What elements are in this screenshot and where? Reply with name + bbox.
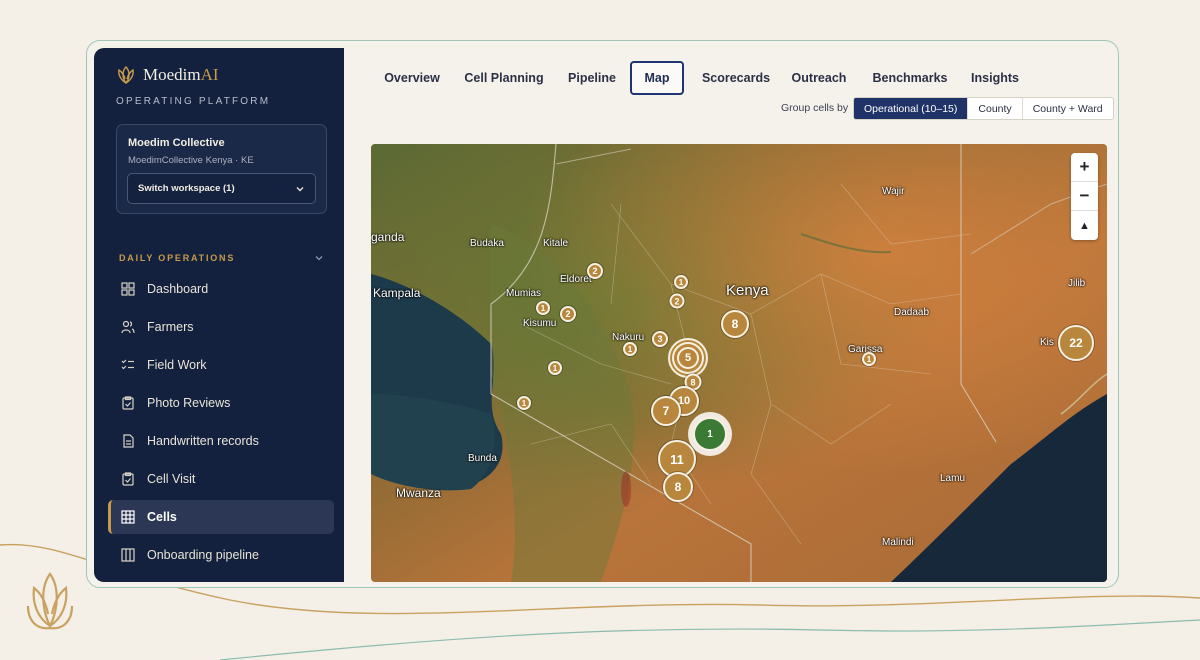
map-cluster-marker[interactable]: 8 — [721, 310, 749, 338]
workspace-card: Moedim Collective MoedimCollective Kenya… — [116, 124, 327, 214]
group-option-county-ward[interactable]: County + Ward — [1023, 98, 1113, 119]
map-zoom-controls: + − ▲ — [1071, 153, 1098, 240]
zoom-out-button[interactable]: − — [1071, 182, 1098, 211]
chevron-down-icon — [315, 256, 323, 261]
grid-icon — [121, 510, 135, 524]
platform-subtitle: OPERATING PLATFORM — [116, 96, 271, 107]
sidebar-item-label: Farmers — [147, 320, 194, 334]
sidebar-item-dashboard[interactable]: Dashboard — [108, 272, 334, 306]
map-cluster-marker[interactable]: 1 — [674, 275, 688, 289]
map-place-label: Malindi — [882, 537, 914, 548]
group-by-toggle: Operational (10–15) County County + Ward — [853, 97, 1114, 120]
map-cluster-marker[interactable]: 2 — [587, 263, 603, 279]
dashboard-icon — [121, 282, 135, 296]
map-place-label: Budaka — [470, 238, 504, 249]
sidebar-item-cells[interactable]: Cells — [108, 500, 334, 534]
map-view[interactable]: + − ▲ ganda Budaka Kitale Eldoret Mumias… — [371, 144, 1107, 582]
sidebar-item-label: Handwritten records — [147, 434, 259, 448]
sidebar-item-onboarding-pipeline[interactable]: Onboarding pipeline — [108, 538, 334, 572]
lotus-brand-icon — [118, 66, 134, 85]
map-place-label: Eldoret — [560, 274, 592, 285]
sidebar-item-label: Onboarding pipeline — [147, 548, 259, 562]
sidebar-item-handwritten-records[interactable]: Handwritten records — [108, 424, 334, 458]
sidebar-item-label: Field Work — [147, 358, 207, 372]
map-cluster-marker[interactable]: 2 — [560, 306, 576, 322]
map-cluster-marker[interactable]: 22 — [1058, 325, 1094, 361]
map-place-label: Wajir — [882, 186, 905, 197]
tab-pipeline[interactable]: Pipeline — [560, 61, 624, 95]
map-cluster-marker[interactable]: 1 — [693, 417, 727, 451]
sidebar-item-label: Photo Reviews — [147, 396, 231, 410]
satellite-map-image — [371, 144, 1107, 582]
map-place-label: Dadaab — [894, 307, 930, 318]
tab-scorecards[interactable]: Scorecards — [695, 61, 777, 95]
zoom-in-button[interactable]: + — [1071, 153, 1098, 182]
map-cluster-marker[interactable]: 1 — [623, 342, 637, 356]
switch-workspace-dropdown[interactable]: Switch workspace (1) — [127, 173, 316, 204]
chevron-down-icon — [296, 186, 304, 191]
sidebar-item-photo-reviews[interactable]: Photo Reviews — [108, 386, 334, 420]
sidebar-item-label: Cell Visit — [147, 472, 196, 486]
sidebar: MoedimAI OPERATING PLATFORM Moedim Colle… — [94, 48, 344, 582]
map-place-label: Mwanza — [396, 486, 441, 500]
clipboard-check-icon — [122, 472, 134, 486]
document-icon — [123, 434, 134, 448]
tab-cell-planning[interactable]: Cell Planning — [460, 61, 548, 95]
clipboard-icon — [122, 396, 134, 410]
compass-reset-button[interactable]: ▲ — [1071, 211, 1098, 240]
sidebar-item-label: Cells — [147, 510, 177, 524]
map-place-label: Kisumu — [523, 318, 557, 329]
map-cluster-marker[interactable]: 5 — [677, 347, 699, 369]
map-place-label: ganda — [371, 230, 405, 244]
map-place-label: Bunda — [468, 453, 497, 464]
map-place-label: Jilib — [1068, 278, 1086, 289]
users-icon — [121, 320, 135, 334]
map-country-label: Kenya — [726, 282, 769, 299]
lotus-logo-icon — [26, 572, 74, 630]
sidebar-item-cell-visit[interactable]: Cell Visit — [108, 462, 334, 496]
tab-map[interactable]: Map — [630, 61, 684, 95]
map-cluster-marker[interactable]: 7 — [651, 396, 681, 426]
daily-operations-section[interactable]: DAILY OPERATIONS — [119, 253, 324, 263]
sidebar-item-field-work[interactable]: Field Work — [108, 348, 334, 382]
map-cluster-marker[interactable]: 3 — [652, 331, 668, 347]
map-place-label: Mumias — [506, 288, 542, 299]
sidebar-item-label: Dashboard — [147, 282, 209, 296]
map-cluster-marker[interactable]: 8 — [663, 472, 693, 502]
checklist-icon — [121, 359, 134, 370]
map-cluster-marker[interactable]: 1 — [517, 396, 531, 410]
brand[interactable]: MoedimAI — [116, 65, 219, 85]
map-place-label: Kitale — [543, 238, 569, 249]
tab-overview[interactable]: Overview — [375, 61, 449, 95]
group-option-operational[interactable]: Operational (10–15) — [854, 98, 969, 119]
map-cluster-marker[interactable]: 1 — [862, 352, 876, 366]
map-cluster-marker[interactable]: 2 — [669, 293, 685, 309]
brand-name: MoedimAI — [143, 65, 219, 84]
section-label: DAILY OPERATIONS — [119, 253, 236, 263]
group-by-label: Group cells by — [781, 102, 849, 114]
sidebar-item-farmers[interactable]: Farmers — [108, 310, 334, 344]
tab-benchmarks[interactable]: Benchmarks — [865, 61, 955, 95]
map-place-label: Kis — [1040, 337, 1054, 348]
switch-workspace-label: Switch workspace (1) — [138, 183, 235, 194]
map-place-label: Kampala — [373, 286, 421, 300]
workspace-detail: MoedimCollective Kenya · KE — [128, 155, 254, 166]
tab-outreach[interactable]: Outreach — [784, 61, 854, 95]
workspace-name: Moedim Collective — [128, 137, 225, 149]
group-option-county[interactable]: County — [968, 98, 1023, 119]
map-cluster-marker[interactable]: 1 — [548, 361, 562, 375]
columns-icon — [121, 548, 135, 562]
map-cluster-marker[interactable]: 1 — [536, 301, 550, 315]
map-place-label: Lamu — [940, 473, 966, 484]
app-window: MoedimAI OPERATING PLATFORM Moedim Colle… — [86, 40, 1119, 588]
tab-insights[interactable]: Insights — [963, 61, 1027, 95]
